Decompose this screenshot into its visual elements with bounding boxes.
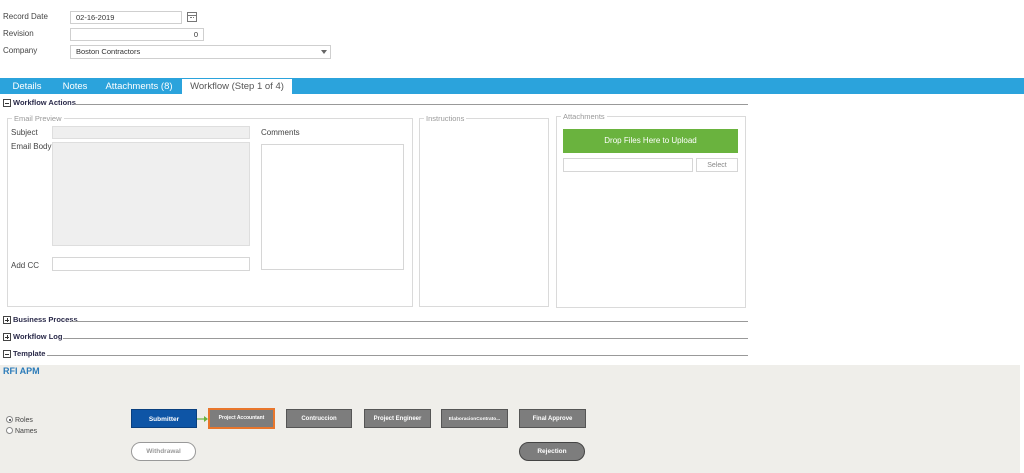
record-date-label: Record Date — [3, 12, 48, 21]
workflow-actions-header[interactable]: Workflow Actions — [3, 98, 748, 109]
workflow-log-title: Workflow Log — [13, 332, 63, 341]
record-date-input[interactable]: 02-16-2019 — [70, 11, 182, 24]
business-process-header[interactable]: Business Process — [3, 315, 748, 326]
chevron-down-icon[interactable] — [321, 50, 327, 54]
section-divider — [47, 355, 748, 356]
company-selected-value: Boston Contractors — [76, 47, 141, 56]
attachments-legend: Attachments — [561, 112, 607, 121]
rejection-button[interactable]: Rejection — [519, 442, 585, 461]
template-header[interactable]: Template — [3, 349, 748, 360]
tab-bar: Details Notes Attachments (8) Workflow (… — [0, 78, 1024, 94]
subject-field — [52, 126, 250, 139]
workflow-step-project-engineer[interactable]: Project Engineer — [364, 409, 431, 428]
collapse-icon[interactable] — [3, 99, 11, 107]
select-file-button[interactable]: Select — [696, 158, 738, 172]
workflow-step-elaboracion-contrato[interactable]: ElaboracionContrato... — [441, 409, 508, 428]
roles-radio[interactable] — [6, 416, 13, 423]
instructions-panel: Instructions — [419, 114, 549, 307]
section-divider — [71, 321, 748, 322]
email-preview-legend: Email Preview — [12, 114, 64, 123]
workflow-step-project-accountant[interactable]: Project Accountant — [208, 408, 275, 429]
subject-label: Subject — [11, 128, 38, 137]
workflow-log-header[interactable]: Workflow Log — [3, 332, 748, 343]
workflow-step-contruccion[interactable]: Contruccion — [286, 409, 352, 428]
collapse-icon[interactable] — [3, 350, 11, 358]
template-panel: RFI APM Roles Names Submitter Project Ac… — [0, 365, 1020, 473]
names-radio-label: Names — [15, 428, 38, 435]
tab-workflow[interactable]: Workflow (Step 1 of 4) — [182, 79, 292, 94]
workflow-step-submitter[interactable]: Submitter — [131, 409, 197, 428]
company-label: Company — [3, 46, 38, 55]
email-body-field — [52, 142, 250, 246]
calendar-icon[interactable] — [187, 12, 197, 22]
roles-radio-label: Roles — [15, 417, 33, 424]
tab-details[interactable]: Details — [6, 78, 48, 94]
add-cc-input[interactable] — [52, 257, 250, 271]
tab-attachments[interactable]: Attachments (8) — [102, 78, 176, 94]
email-body-label: Email Body — [11, 142, 52, 151]
workflow-actions-title: Workflow Actions — [13, 98, 76, 107]
add-cc-label: Add CC — [11, 261, 40, 270]
workflow-template-name: RFI APM — [3, 366, 40, 376]
file-name-field[interactable] — [563, 158, 693, 172]
drop-files-upload-button[interactable]: Drop Files Here to Upload — [563, 129, 738, 153]
comments-label: Comments — [261, 128, 300, 137]
names-radio[interactable] — [6, 427, 13, 434]
comments-textarea[interactable] — [261, 144, 404, 270]
template-title: Template — [13, 349, 46, 358]
instructions-legend: Instructions — [424, 114, 467, 123]
withdrawal-button[interactable]: Withdrawal — [131, 442, 196, 461]
company-select[interactable]: Boston Contractors — [70, 45, 331, 59]
workflow-step-final-approve[interactable]: Final Approve — [519, 409, 586, 428]
section-divider — [74, 104, 748, 105]
expand-icon[interactable] — [3, 333, 11, 341]
expand-icon[interactable] — [3, 316, 11, 324]
revision-label: Revision — [3, 29, 34, 38]
section-divider — [63, 338, 748, 339]
tab-notes[interactable]: Notes — [56, 78, 94, 94]
revision-input[interactable]: 0 — [70, 28, 204, 41]
business-process-title: Business Process — [13, 315, 78, 324]
